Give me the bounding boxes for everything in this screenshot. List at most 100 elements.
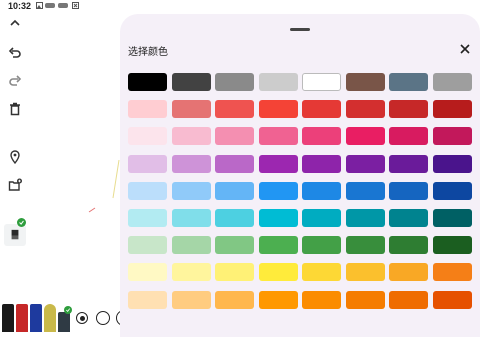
- color-swatch[interactable]: [128, 154, 167, 173]
- color-swatch[interactable]: [258, 181, 298, 200]
- color-swatch[interactable]: [345, 263, 385, 282]
- close-button[interactable]: [457, 41, 473, 57]
- add-folder-button[interactable]: [6, 176, 24, 194]
- color-swatch[interactable]: [171, 236, 211, 255]
- left-toolbar: [0, 12, 30, 337]
- color-swatch[interactable]: [258, 209, 298, 227]
- color-swatch[interactable]: [432, 263, 472, 282]
- color-swatch[interactable]: [128, 100, 167, 119]
- pen-tray: [0, 300, 140, 337]
- color-swatch[interactable]: [128, 209, 167, 227]
- color-swatch[interactable]: [389, 236, 428, 255]
- color-swatch[interactable]: [128, 181, 167, 200]
- pen-black[interactable]: [2, 304, 14, 332]
- redo-icon: [9, 75, 22, 86]
- color-swatch[interactable]: [171, 154, 211, 173]
- canvas-stroke: [88, 207, 96, 213]
- color-swatch[interactable]: [302, 181, 341, 200]
- status-time: 10:32: [8, 1, 32, 11]
- drag-handle[interactable]: [290, 28, 310, 31]
- selected-check-icon: [64, 306, 72, 314]
- color-swatch[interactable]: [128, 290, 167, 309]
- eraser-pen[interactable]: [58, 312, 70, 332]
- color-swatch[interactable]: [345, 209, 385, 227]
- location-button[interactable]: [6, 148, 24, 166]
- color-swatch[interactable]: [258, 263, 298, 282]
- color-swatch[interactable]: [302, 209, 341, 227]
- eraser-tool[interactable]: [4, 218, 26, 246]
- color-swatch[interactable]: [215, 154, 254, 173]
- color-swatch[interactable]: [432, 127, 472, 146]
- location-pin-icon: [10, 150, 20, 164]
- stroke-size-medium[interactable]: [96, 311, 110, 325]
- color-swatch[interactable]: [215, 290, 254, 309]
- color-swatch[interactable]: [432, 181, 472, 200]
- close-icon: [460, 44, 470, 54]
- color-swatch[interactable]: [389, 209, 428, 227]
- color-swatch[interactable]: [215, 73, 254, 91]
- color-swatch[interactable]: [128, 127, 167, 146]
- color-swatch[interactable]: [258, 127, 298, 146]
- color-swatch[interactable]: [345, 236, 385, 255]
- color-swatch[interactable]: [302, 100, 341, 119]
- status-bar: 10:32: [0, 0, 480, 12]
- color-swatch[interactable]: [258, 73, 298, 91]
- delete-button[interactable]: [6, 100, 24, 118]
- color-swatch[interactable]: [345, 181, 385, 200]
- stroke-size-small[interactable]: [76, 312, 88, 324]
- color-swatch[interactable]: [432, 73, 472, 91]
- color-swatch[interactable]: [432, 209, 472, 227]
- color-swatch[interactable]: [432, 100, 472, 119]
- color-swatch[interactable]: [432, 154, 472, 173]
- color-swatch[interactable]: [345, 73, 385, 91]
- color-swatch[interactable]: [389, 181, 428, 200]
- color-swatch[interactable]: [128, 73, 167, 91]
- color-swatch[interactable]: [215, 100, 254, 119]
- color-swatch[interactable]: [389, 263, 428, 282]
- stroke-size-dot: [79, 315, 85, 321]
- color-swatch[interactable]: [258, 154, 298, 173]
- color-swatch[interactable]: [302, 127, 341, 146]
- color-swatch[interactable]: [345, 100, 385, 119]
- color-swatch[interactable]: [171, 209, 211, 227]
- collapse-toolbar-button[interactable]: [6, 14, 24, 32]
- highlighter-yellow[interactable]: [44, 304, 56, 332]
- color-swatch[interactable]: [215, 263, 254, 282]
- color-swatch[interactable]: [128, 263, 167, 282]
- color-swatch[interactable]: [171, 263, 211, 282]
- canvas-stroke: [112, 160, 120, 199]
- color-swatch[interactable]: [171, 100, 211, 119]
- color-swatch[interactable]: [258, 290, 298, 309]
- color-swatch[interactable]: [389, 73, 428, 91]
- undo-button[interactable]: [6, 44, 24, 62]
- color-swatch[interactable]: [302, 73, 341, 91]
- color-swatch[interactable]: [302, 236, 341, 255]
- color-swatch[interactable]: [389, 127, 428, 146]
- color-swatch[interactable]: [215, 209, 254, 227]
- color-swatch[interactable]: [389, 154, 428, 173]
- color-swatch[interactable]: [345, 127, 385, 146]
- color-swatch[interactable]: [302, 290, 341, 309]
- color-swatch[interactable]: [171, 73, 211, 91]
- color-swatch[interactable]: [432, 236, 472, 255]
- color-swatch[interactable]: [215, 127, 254, 146]
- color-swatch[interactable]: [302, 154, 341, 173]
- pen-blue[interactable]: [30, 304, 42, 332]
- color-swatch[interactable]: [258, 100, 298, 119]
- color-swatch[interactable]: [128, 236, 167, 255]
- color-swatch[interactable]: [215, 181, 254, 200]
- pen-red[interactable]: [16, 304, 28, 332]
- add-folder-icon: [8, 178, 22, 191]
- color-swatch[interactable]: [302, 263, 341, 282]
- color-swatch[interactable]: [215, 236, 254, 255]
- color-swatch[interactable]: [345, 154, 385, 173]
- color-swatch[interactable]: [389, 100, 428, 119]
- color-swatch[interactable]: [171, 127, 211, 146]
- color-swatch[interactable]: [171, 181, 211, 200]
- color-swatch[interactable]: [171, 290, 211, 309]
- redo-button[interactable]: [6, 72, 24, 90]
- color-swatch[interactable]: [389, 290, 428, 309]
- color-swatch[interactable]: [345, 290, 385, 309]
- color-swatch[interactable]: [432, 290, 472, 309]
- color-swatch[interactable]: [258, 236, 298, 255]
